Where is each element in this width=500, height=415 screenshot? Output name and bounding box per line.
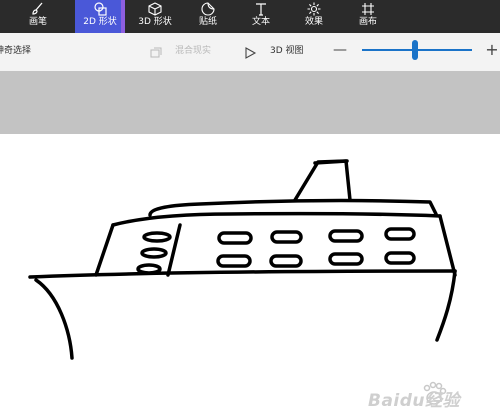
3d-view-button[interactable]: 3D 视图 bbox=[270, 45, 304, 57]
brush-icon bbox=[13, 2, 63, 16]
2d-shapes-icon bbox=[75, 2, 125, 16]
tool-effects[interactable]: 效果 bbox=[289, 0, 339, 33]
workspace-background bbox=[0, 71, 500, 134]
tool-label: 贴纸 bbox=[198, 17, 217, 27]
tool-label: 2D 形状 bbox=[83, 17, 117, 27]
tool-brushes[interactable]: 画笔 bbox=[13, 0, 63, 33]
zoom-in-button[interactable]: + bbox=[485, 42, 499, 58]
zoom-slider-thumb[interactable] bbox=[411, 40, 418, 60]
mixed-reality-icon bbox=[150, 44, 162, 63]
zoom-out-button[interactable]: — bbox=[333, 43, 347, 57]
tool-label: 画布 bbox=[358, 17, 377, 27]
tool-label: 画笔 bbox=[28, 17, 47, 27]
tool-label: 文本 bbox=[251, 17, 270, 27]
watermark: Baidu经验 bbox=[366, 381, 494, 411]
stickers-icon bbox=[183, 2, 233, 16]
tool-label: 3D 形状 bbox=[138, 17, 172, 27]
3d-shapes-icon bbox=[130, 2, 180, 16]
tool-3d-shapes[interactable]: 3D 形状 bbox=[130, 0, 180, 33]
top-toolbar: 画笔 2D 形状 3D 形状 贴纸 文本 效果 画布 bbox=[0, 0, 500, 33]
tool-2d-shapes[interactable]: 2D 形状 bbox=[75, 0, 125, 33]
tool-stickers[interactable]: 贴纸 bbox=[183, 0, 233, 33]
secondary-toolbar: 神奇选择 混合现实 3D 视图 — + bbox=[0, 33, 500, 71]
magic-select-button[interactable]: 神奇选择 bbox=[0, 45, 31, 57]
tool-canvas[interactable]: 画布 bbox=[343, 0, 393, 33]
ship-drawing bbox=[28, 159, 457, 360]
effects-icon bbox=[289, 2, 339, 16]
mixed-reality-button[interactable]: 混合现实 bbox=[175, 45, 211, 57]
3d-view-icon bbox=[245, 44, 257, 63]
tool-text[interactable]: 文本 bbox=[236, 0, 286, 33]
watermark-text: Baidu经验 bbox=[368, 391, 461, 411]
text-icon bbox=[236, 2, 286, 16]
tool-label: 效果 bbox=[304, 17, 323, 27]
canvas-icon bbox=[343, 2, 393, 16]
drawing-canvas[interactable]: Baidu经验 bbox=[0, 134, 500, 415]
